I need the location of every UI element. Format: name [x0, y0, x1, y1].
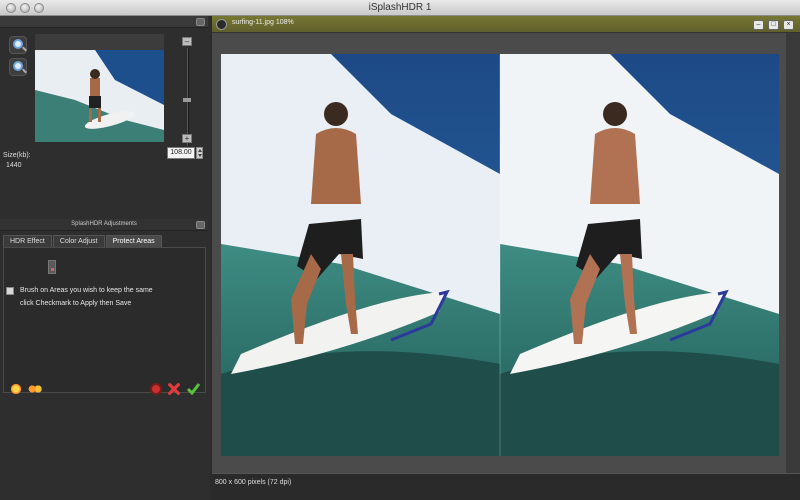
- brush-checkbox[interactable]: [6, 287, 14, 295]
- zoom-slider-track[interactable]: [187, 48, 189, 146]
- protect-areas-pane: [3, 247, 206, 393]
- title-bar: iSplashHDR 1: [0, 0, 800, 16]
- sun-icon[interactable]: [10, 383, 22, 395]
- app-title: iSplashHDR 1: [368, 2, 432, 13]
- before-image: [221, 54, 500, 456]
- size-value: 1440: [6, 162, 22, 169]
- size-label: Size(kb):: [3, 152, 31, 159]
- tab-color-adjust[interactable]: Color Adjust: [52, 235, 105, 247]
- adjustments-title: SplashHDR Adjustments: [71, 221, 137, 227]
- instruction-line-1: Brush on Areas you wish to keep the same: [20, 287, 153, 294]
- doc-minimize-button[interactable]: –: [753, 20, 764, 30]
- document-icon: [216, 19, 227, 30]
- instruction-line-2: click Checkmark to Apply then Save: [20, 300, 132, 307]
- tab-hdr-effect[interactable]: HDR Effect: [3, 235, 52, 247]
- zoom-out-button[interactable]: [9, 58, 27, 76]
- document-header: surfing-11.jpg 108% – □ ×: [212, 16, 800, 33]
- image-dimensions: 800 x 600 pixels (72 dpi): [215, 479, 292, 486]
- left-panel: Size(kb): 1440 – + 108.00 SplashHDR Adju…: [0, 16, 210, 500]
- apply-checkmark-icon[interactable]: [186, 382, 201, 396]
- document-title: surfing-11.jpg 108%: [232, 19, 294, 26]
- zoom-slider-thumb[interactable]: [183, 98, 191, 102]
- vertical-scrollbar[interactable]: [786, 33, 800, 473]
- zoom-increase-button[interactable]: +: [182, 134, 192, 143]
- undo-icon[interactable]: [150, 383, 162, 395]
- brush-size-swatch[interactable]: [48, 260, 56, 274]
- doc-close-button[interactable]: ×: [783, 20, 794, 30]
- dots-icon[interactable]: [28, 383, 42, 395]
- thumbnail-preview[interactable]: [35, 50, 164, 142]
- zoom-in-button[interactable]: [9, 36, 27, 54]
- preview-panel-header: [0, 16, 208, 28]
- panel-detach-button[interactable]: [196, 18, 205, 26]
- zoom-input[interactable]: 108.00: [167, 147, 195, 159]
- adjustments-tabs: HDR Effect Color Adjust Protect Areas: [3, 235, 163, 247]
- after-image: [500, 54, 779, 456]
- doc-restore-button[interactable]: □: [768, 20, 779, 30]
- tab-protect-areas[interactable]: Protect Areas: [105, 235, 162, 247]
- image-canvas[interactable]: [221, 54, 779, 456]
- zoom-stepper[interactable]: [196, 147, 203, 159]
- status-bar: 800 x 600 pixels (72 dpi): [212, 473, 800, 500]
- cancel-icon[interactable]: [168, 383, 180, 395]
- zoom-decrease-button[interactable]: –: [182, 37, 192, 46]
